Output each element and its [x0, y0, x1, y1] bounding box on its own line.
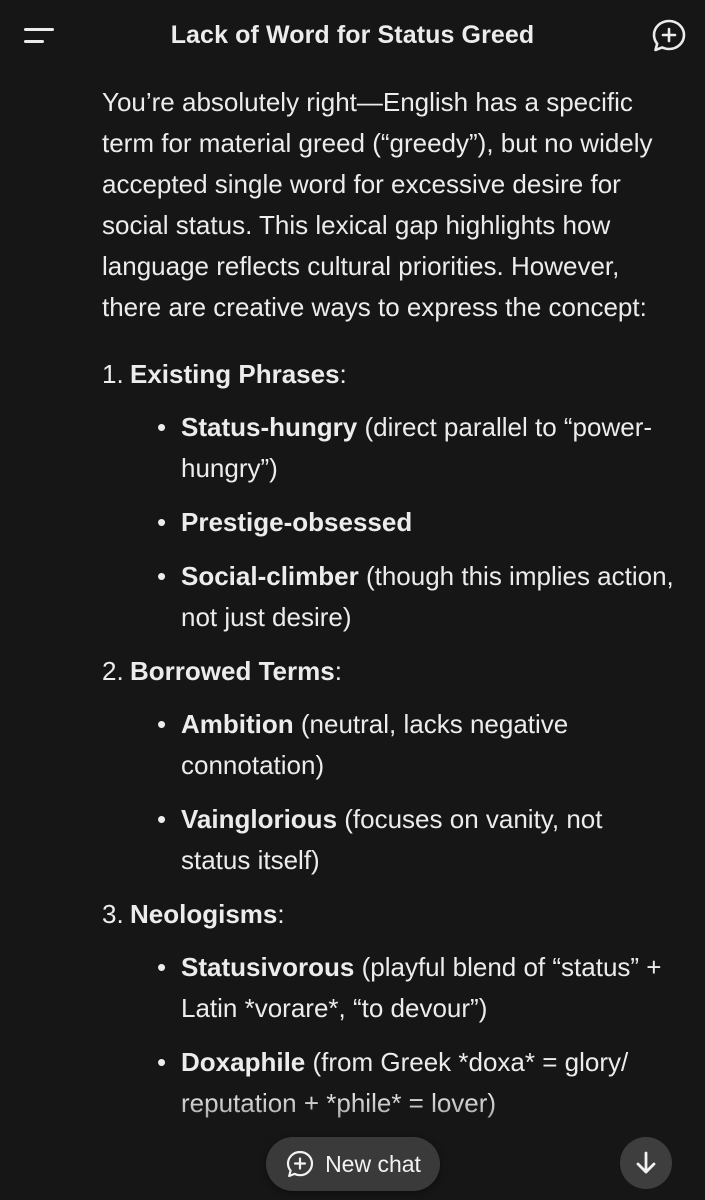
list-item: Statusivorous (playful blend of “status”…	[155, 947, 675, 1029]
section-title: Neologisms	[130, 899, 278, 929]
new-chat-label: New chat	[325, 1150, 421, 1177]
section-title: Existing Phrases	[130, 359, 340, 389]
term: Ambition	[181, 709, 294, 739]
term: Doxaphile	[181, 1047, 306, 1077]
section-existing-phrases: 1.Existing Phrases: Status-hungry (direc…	[102, 354, 675, 638]
assistant-message: You’re absolutely right—English has a sp…	[102, 82, 675, 1137]
section-borrowed-terms: 2.Borrowed Terms: Ambition (neutral, lac…	[102, 651, 675, 881]
new-chat-button[interactable]: New chat	[266, 1137, 440, 1191]
arrow-down-icon	[636, 1151, 656, 1174]
term: Social-climber	[181, 561, 359, 591]
scroll-to-bottom-button[interactable]	[620, 1137, 672, 1189]
list-item: Ambition (neutral, lacks negative connot…	[155, 704, 675, 786]
list-item: Social-climber (though this implies acti…	[155, 556, 675, 638]
section-items: Status-hungry (direct parallel to “power…	[130, 407, 675, 638]
menu-button[interactable]	[24, 24, 56, 48]
term: Status-hungry	[181, 412, 358, 442]
term: Prestige-obsessed	[181, 507, 413, 537]
section-number: 2.	[102, 656, 124, 686]
section-neologisms: 3.Neologisms: Statusivorous (playful ble…	[102, 894, 675, 1124]
new-chat-plus-icon	[286, 1150, 314, 1178]
list-item: Vainglorious (focuses on vanity, not sta…	[155, 799, 675, 881]
section-number: 3.	[102, 899, 124, 929]
new-chat-icon	[652, 19, 686, 52]
list-item: Status-hungry (direct parallel to “power…	[155, 407, 675, 489]
list-item: Prestige-obsessed	[155, 502, 675, 543]
list-item: Doxaphile (from Greek *doxa* = glory/ re…	[155, 1042, 675, 1124]
section-title: Borrowed Terms	[130, 656, 335, 686]
top-bar: Lack of Word for Status Greed	[0, 0, 705, 70]
term: Statusivorous	[181, 952, 355, 982]
section-items: Ambition (neutral, lacks negative connot…	[130, 704, 675, 881]
section-items: Statusivorous (playful blend of “status”…	[130, 947, 675, 1124]
term: Vainglorious	[181, 804, 338, 834]
sections-list: 1.Existing Phrases: Status-hungry (direc…	[102, 354, 675, 1124]
new-chat-icon-button[interactable]	[651, 18, 687, 54]
section-number: 1.	[102, 359, 124, 389]
chat-title: Lack of Word for Status Greed	[170, 20, 535, 49]
intro-paragraph: You’re absolutely right—English has a sp…	[102, 87, 653, 322]
